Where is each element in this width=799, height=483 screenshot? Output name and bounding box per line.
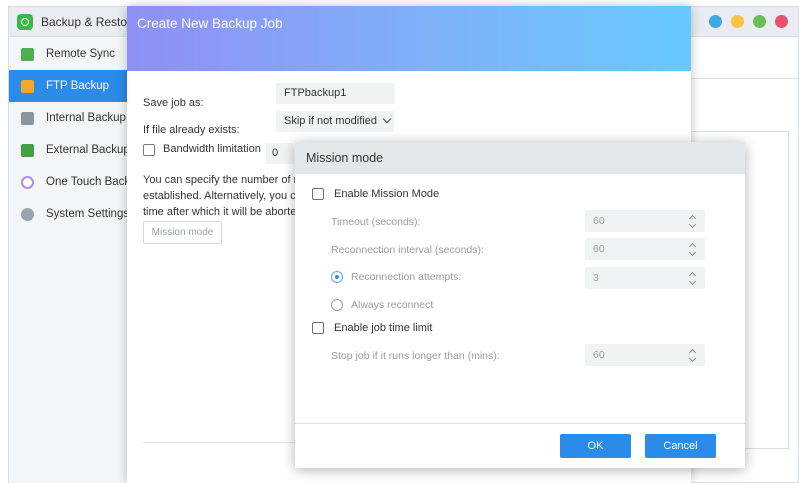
external-drive-icon [21, 143, 34, 157]
save-job-label: Save job as: [143, 97, 204, 109]
enable-mission-label: Enable Mission Mode [334, 188, 440, 200]
one-touch-icon [21, 175, 34, 189]
sync-icon [21, 47, 34, 61]
sidebar-item-label: One Touch Backup [46, 176, 128, 188]
sidebar-item-ftp-backup[interactable]: FTP Backup [9, 70, 128, 102]
always-reconnect-radio[interactable] [331, 299, 343, 311]
reconnection-interval-stepper[interactable]: 60 [585, 238, 705, 260]
background-tab-line [689, 78, 799, 79]
file-exists-select[interactable]: Skip if not modified [276, 111, 394, 132]
sidebar-item-label: Internal Backup [46, 112, 126, 124]
reconnection-attempts-radio[interactable] [331, 271, 343, 283]
description-line: established. Alternatively, you can [143, 190, 303, 202]
sidebar-item-label: FTP Backup [46, 80, 110, 92]
sidebar-item-remote-sync[interactable]: Remote Sync [9, 38, 128, 70]
description-line: You can specify the number of re [143, 174, 303, 186]
stop-job-value: 60 [593, 349, 605, 361]
enable-mission-checkbox[interactable] [312, 188, 324, 200]
window-controls [709, 15, 788, 28]
sidebar-item-label: Remote Sync [46, 48, 116, 60]
description-line: time after which it will be aborted [143, 206, 303, 218]
stop-job-stepper[interactable]: 60 [585, 344, 705, 366]
stepper-arrows-icon[interactable] [688, 213, 697, 229]
mission-divider [295, 423, 745, 424]
window-dot-green[interactable] [753, 15, 766, 28]
enable-mission-row[interactable]: Enable Mission Mode [312, 188, 439, 200]
gear-icon [21, 207, 34, 221]
cancel-button[interactable]: Cancel [645, 434, 716, 458]
sidebar-item-label: External Backup [46, 144, 128, 156]
window-dot-red[interactable] [775, 15, 788, 28]
enable-time-limit-checkbox[interactable] [312, 322, 324, 334]
timeout-value: 60 [593, 215, 605, 227]
always-reconnect-label: Always reconnect [351, 299, 434, 311]
sidebar-item-one-touch-backup[interactable]: One Touch Backup [9, 166, 128, 198]
timeout-label: Timeout (seconds): [331, 216, 421, 228]
ftp-icon [21, 79, 34, 93]
mission-dialog-title: Mission mode [295, 142, 745, 174]
bandwidth-label: Bandwidth limitation [163, 143, 261, 155]
sidebar-item-system-settings[interactable]: System Settings [9, 198, 128, 230]
sidebar: Remote Sync FTP Backup Internal Backup E… [9, 38, 129, 483]
ok-button[interactable]: OK [560, 434, 631, 458]
internal-drive-icon [21, 111, 34, 125]
reconnection-interval-value: 60 [593, 243, 605, 255]
mission-mode-button[interactable]: Mission mode [143, 221, 222, 244]
stop-job-label: Stop job if it runs longer than (mins): [331, 350, 500, 362]
window-dot-yellow[interactable] [731, 15, 744, 28]
timeout-stepper[interactable]: 60 [585, 210, 705, 232]
bandwidth-input[interactable]: 0 [266, 143, 294, 164]
backup-app-icon [17, 14, 33, 30]
file-exists-label: If file already exists: [143, 124, 240, 136]
app-title: Backup & Resto [41, 15, 128, 29]
bandwidth-checkbox[interactable] [143, 144, 155, 156]
mission-mode-dialog: Mission mode Enable Mission Mode Timeout… [295, 142, 745, 468]
chevron-down-icon [382, 114, 392, 124]
stepper-arrows-icon[interactable] [688, 270, 697, 286]
reconnection-interval-label: Reconnection interval (seconds): [331, 244, 484, 256]
stepper-arrows-icon[interactable] [688, 241, 697, 257]
enable-time-limit-label: Enable job time limit [334, 322, 433, 334]
window-dot-blue[interactable] [709, 15, 722, 28]
mission-description: You can specify the number of re establi… [143, 172, 303, 220]
sidebar-item-label: System Settings [46, 208, 128, 220]
stepper-arrows-icon[interactable] [688, 347, 697, 363]
save-job-input[interactable]: FTPbackup1 [276, 83, 395, 104]
reconnection-attempts-label: Reconnection attempts: [351, 271, 462, 283]
dialog-title: Create New Backup Job [127, 6, 691, 71]
sidebar-item-internal-backup[interactable]: Internal Backup [9, 102, 128, 134]
reconnection-attempts-stepper[interactable]: 3 [585, 267, 705, 289]
file-exists-value: Skip if not modified [284, 115, 377, 127]
reconnection-attempts-value: 3 [593, 272, 599, 284]
sidebar-item-external-backup[interactable]: External Backup [9, 134, 128, 166]
enable-time-limit-row[interactable]: Enable job time limit [312, 322, 432, 334]
